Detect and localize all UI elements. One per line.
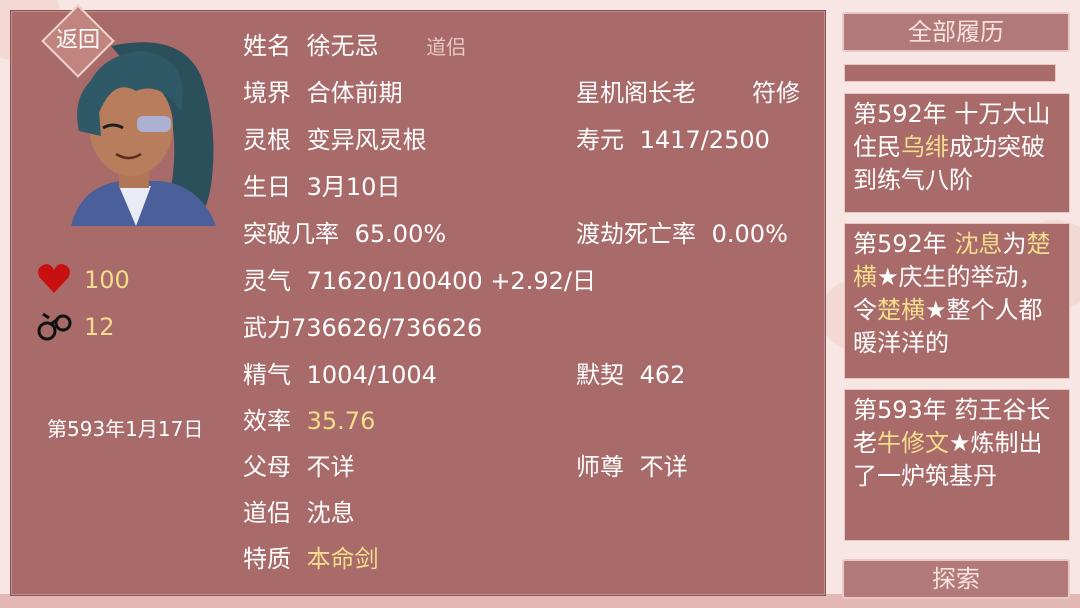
back-button[interactable]: 返回 (35, 4, 121, 78)
back-button-label: 返回 (55, 28, 100, 53)
tribulation-row: 渡劫死亡率 0.00% (576, 219, 788, 249)
event-highlight[interactable]: 乌绯 (901, 133, 949, 161)
essence-label: 精气 (243, 361, 291, 389)
event-highlight[interactable]: 沈息 (954, 230, 1002, 258)
name-label: 姓名 (243, 32, 291, 60)
birthday-row: 生日 3月10日 (243, 172, 400, 202)
master-row: 师尊 不详 (576, 452, 688, 482)
birthday-value: 3月10日 (306, 173, 401, 201)
life-label: 寿元 (576, 126, 624, 154)
partner-row: 道侣 沈息 (243, 498, 355, 528)
history-scroll-edge[interactable] (844, 64, 1056, 82)
character-panel: 返回 姓名 徐无忌 道侣 境界 合体前期 星机阁长老 符修 灵根 变异风灵根 寿… (10, 4, 826, 596)
profession: 符修 (752, 79, 800, 107)
root-value: 变异风灵根 (306, 126, 427, 154)
birthday-label: 生日 (243, 173, 291, 201)
force-row: 武力736626/736626 (243, 313, 482, 343)
rapport-row: 默契 462 (576, 360, 685, 390)
root-row: 灵根 变异风灵根 (243, 125, 427, 155)
tribulation-label: 渡劫死亡率 (576, 220, 696, 248)
partner-value[interactable]: 沈息 (307, 499, 355, 527)
efficiency-value: 35.76 (306, 407, 376, 435)
handcuffs-icon (37, 312, 72, 341)
trait-value[interactable]: 本命剑 (307, 545, 379, 573)
breakthrough-value: 65.00% (354, 220, 447, 248)
heart-icon (38, 264, 70, 293)
realm-value: 合体前期 (306, 79, 403, 107)
partner-label: 道侣 (243, 499, 291, 527)
life-row: 寿元 1417/2500 (576, 125, 770, 155)
breakthrough-label: 突破几率 (243, 220, 339, 248)
trait-row: 特质 本命剑 (243, 544, 379, 574)
name-row: 姓名 徐无忌 道侣 (243, 31, 466, 62)
realm-row: 境界 合体前期 (243, 78, 403, 108)
event-text: 为 (1002, 230, 1027, 258)
event-card: 第593年 药王谷长老牛修文★炼制出了一炉筑基丹 (844, 389, 1070, 541)
master-value: 不详 (639, 453, 688, 481)
force-label: 武力 (243, 314, 291, 342)
master-label: 师尊 (576, 453, 624, 481)
all-history-button[interactable]: 全部履历 (842, 12, 1070, 52)
essence-row: 精气 1004/1004 (243, 360, 437, 390)
trait-label: 特质 (243, 545, 291, 573)
explore-button[interactable]: 探索 (842, 559, 1070, 599)
rapport-value: 462 (639, 361, 686, 389)
name-value: 徐无忌 (306, 32, 379, 60)
current-date: 第593年1月17日 (47, 417, 204, 441)
bonds-value: 12 (84, 313, 115, 341)
event-text: 第592年 (853, 230, 955, 258)
qi-value: 71620/100400 +2.92/日 (306, 267, 596, 295)
efficiency-row: 效率 35.76 (243, 406, 375, 436)
essence-value: 1004/1004 (306, 361, 437, 389)
sect-title: 星机阁长老 (576, 79, 696, 107)
life-value: 1417/2500 (639, 126, 770, 154)
qi-row: 灵气 71620/100400 +2.92/日 (243, 266, 596, 296)
parents-row: 父母 不详 (243, 452, 355, 482)
breakthrough-row: 突破几率 65.00% (243, 219, 446, 249)
event-card: 第592年 沈息为楚横★庆生的举动，令楚横★整个人都暖洋洋的 (844, 223, 1070, 379)
force-value: 736626/736626 (291, 314, 483, 342)
realm-label: 境界 (243, 79, 291, 107)
heart-value: 100 (84, 266, 130, 294)
rapport-label: 默契 (576, 361, 624, 389)
root-label: 灵根 (243, 126, 291, 154)
event-highlight[interactable]: 楚横 (877, 296, 925, 324)
event-highlight[interactable]: 牛修文 (877, 429, 949, 457)
event-card: 第592年 十万大山住民乌绯成功突破到练气八阶 (844, 93, 1070, 213)
efficiency-label: 效率 (243, 407, 291, 435)
parents-value: 不详 (306, 453, 355, 481)
partner-tag: 道侣 (426, 35, 467, 59)
qi-label: 灵气 (243, 267, 291, 295)
parents-label: 父母 (243, 453, 291, 481)
tribulation-value: 0.00% (711, 220, 788, 248)
